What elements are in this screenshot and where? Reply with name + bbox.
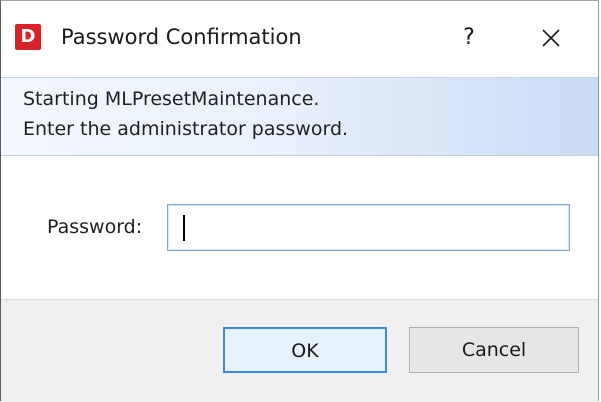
title-bar: D Password Confirmation ? [1,1,598,77]
instruction-header: Starting MLPresetMaintenance. Enter the … [1,77,598,156]
dialog-title: Password Confirmation [61,25,302,49]
text-caret [183,215,185,241]
close-icon [542,29,560,47]
password-label: Password: [47,216,143,238]
button-bar: OK Cancel [1,299,598,402]
instruction-line-1: Starting MLPresetMaintenance. [23,88,320,110]
close-button[interactable] [511,15,591,61]
password-input[interactable] [167,204,570,251]
app-logo-icon: D [15,24,41,50]
instruction-line-2: Enter the administrator password. [23,118,349,140]
cancel-button[interactable]: Cancel [409,327,579,373]
password-confirmation-dialog: D Password Confirmation ? Starting MLPre… [0,0,599,402]
help-button[interactable]: ? [441,15,497,61]
ok-button[interactable]: OK [223,327,387,373]
dialog-content: Password: [1,156,598,299]
